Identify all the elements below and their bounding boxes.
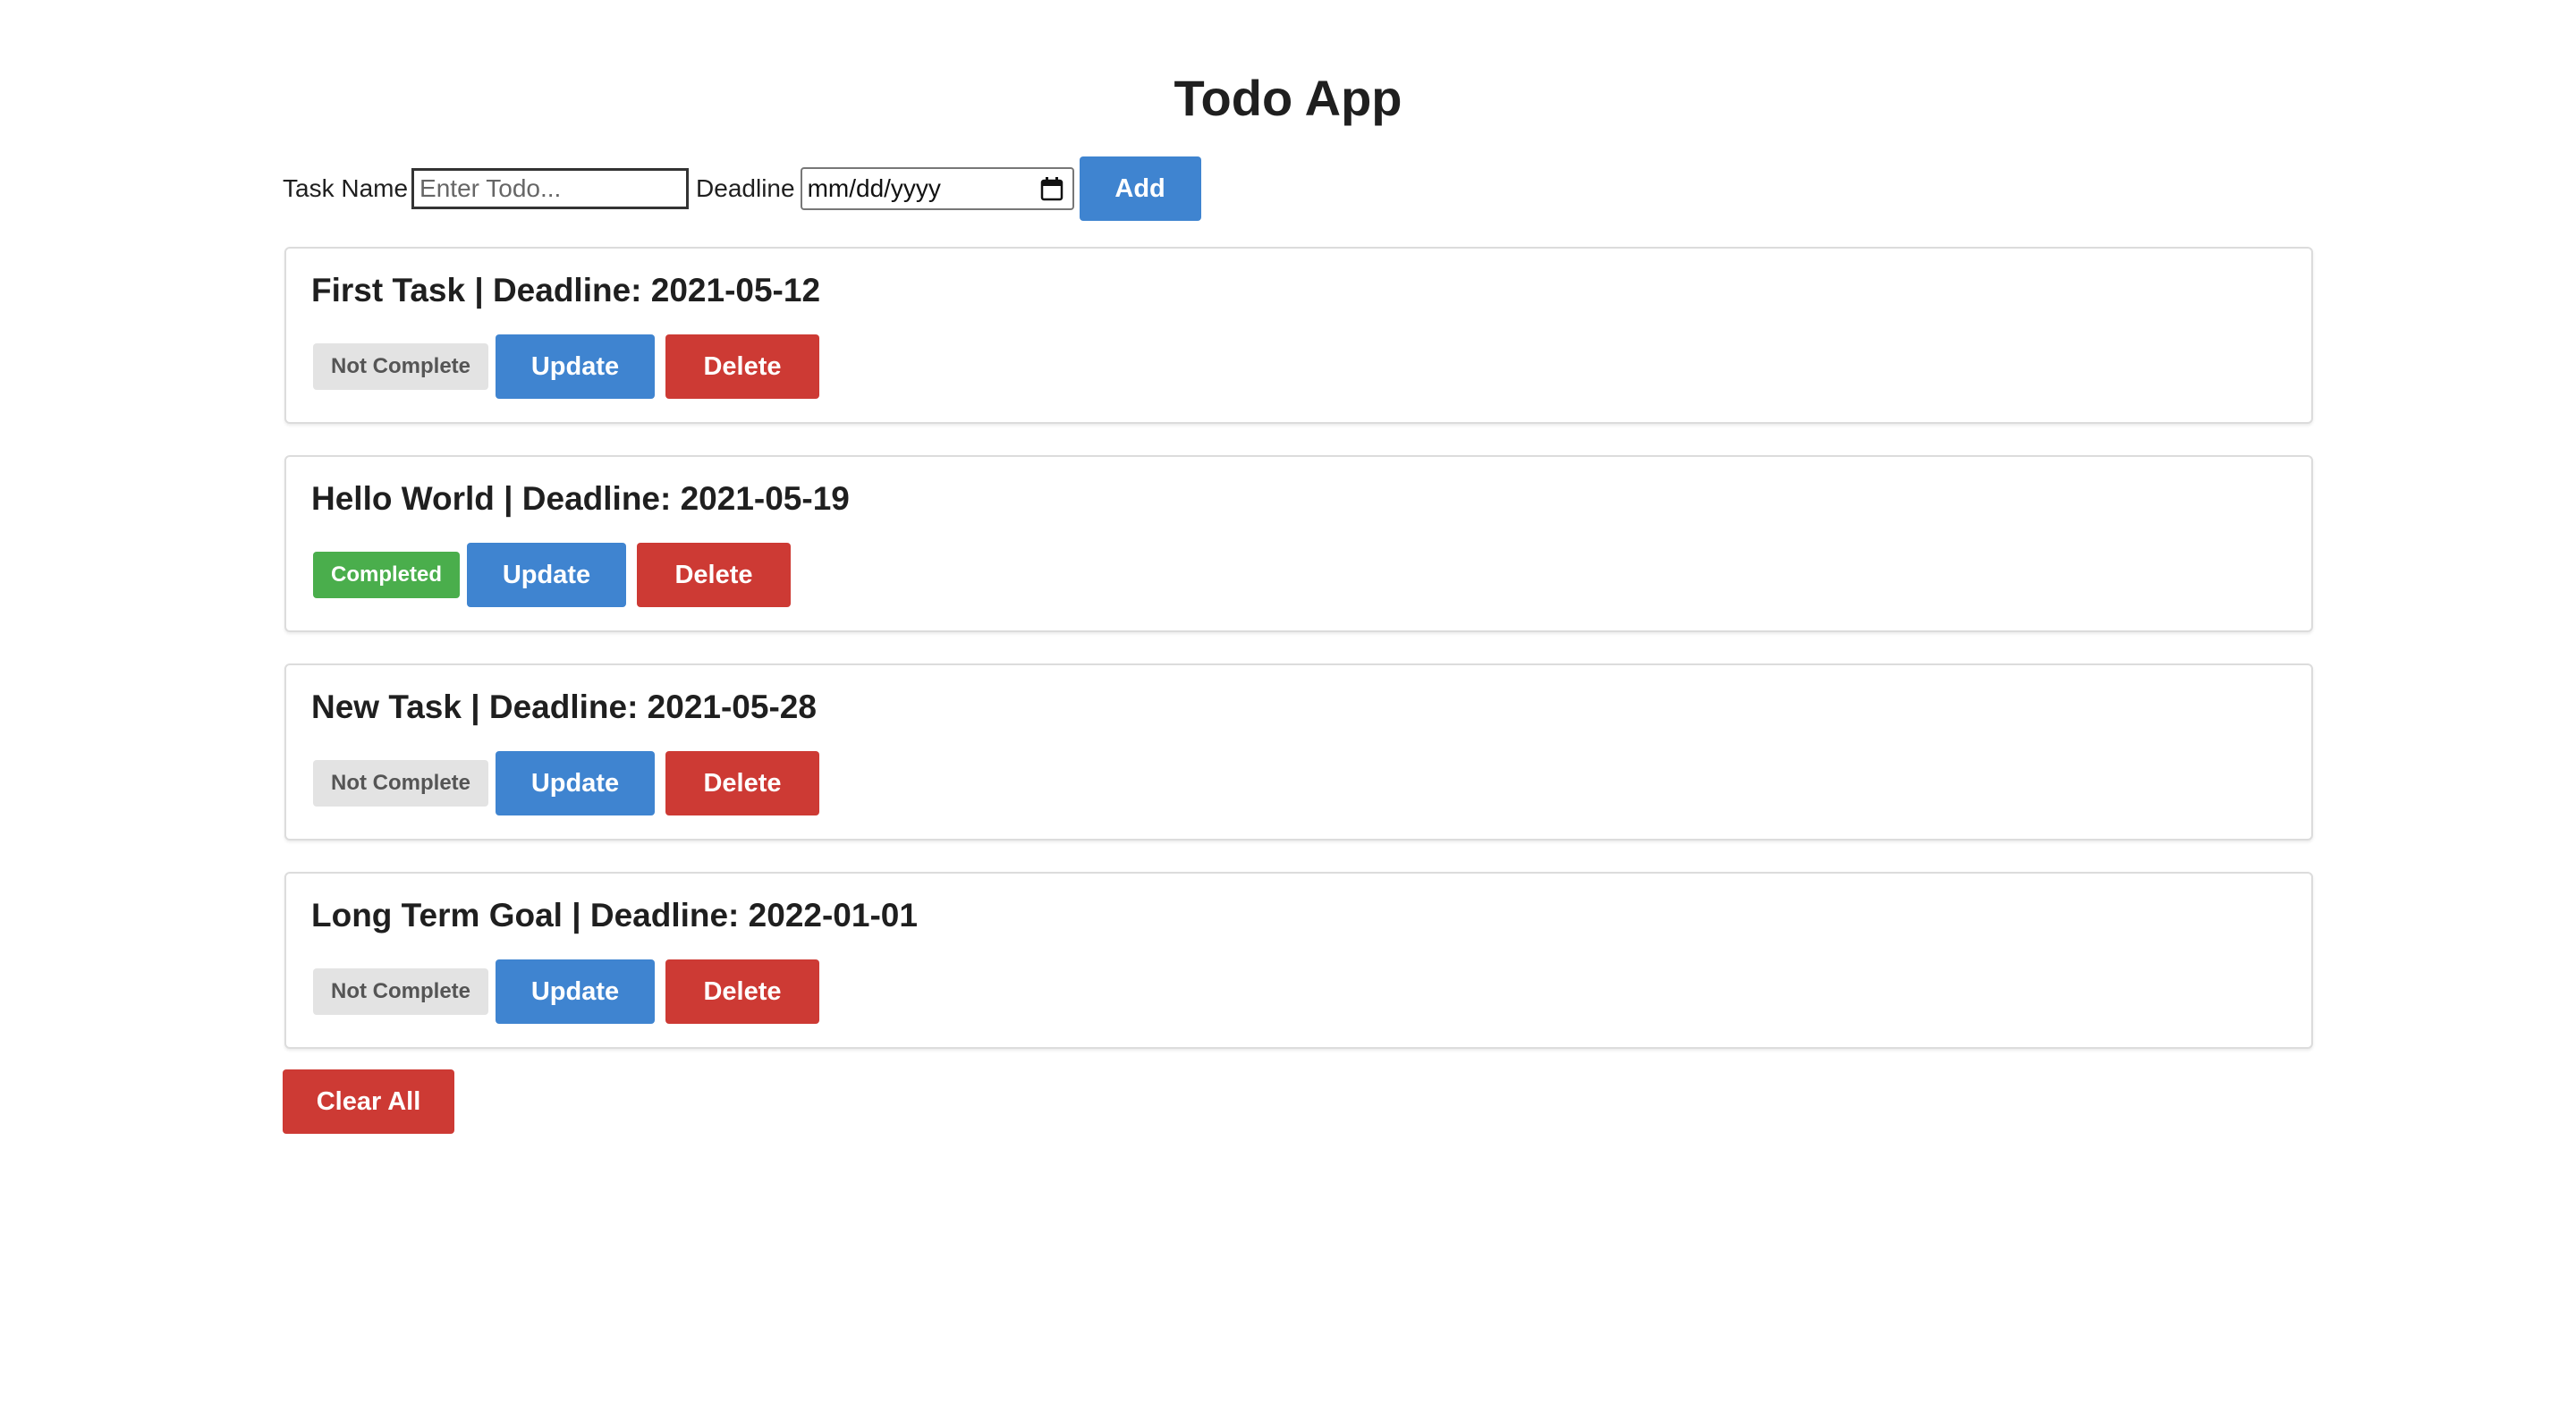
todo-actions: Completed Update Delete (313, 543, 792, 607)
todo-actions: Not Complete Update Delete (313, 751, 819, 815)
status-badge[interactable]: Completed (313, 552, 461, 598)
update-button[interactable]: Update (467, 543, 627, 607)
todo-title: Hello World | Deadline: 2021-05-19 (311, 480, 850, 517)
deadline-label: Deadline (696, 174, 795, 202)
todo-title: New Task | Deadline: 2021-05-28 (311, 689, 817, 725)
deadline-input[interactable]: mm/dd/yyyy (800, 167, 1074, 210)
status-badge[interactable]: Not Complete (313, 760, 488, 807)
task-name-label: Task Name (283, 174, 409, 202)
delete-button[interactable]: Delete (665, 751, 819, 815)
delete-button[interactable]: Delete (637, 543, 792, 607)
todo-actions: Not Complete Update Delete (313, 959, 819, 1024)
calendar-icon[interactable] (1040, 176, 1063, 201)
task-name-input[interactable] (411, 168, 690, 209)
todo-card: First Task | Deadline: 2021-05-12 Not Co… (284, 247, 2313, 424)
status-badge[interactable]: Not Complete (313, 968, 488, 1015)
delete-button[interactable]: Delete (665, 959, 819, 1024)
clear-all-button[interactable]: Clear All (283, 1069, 454, 1134)
update-button[interactable]: Update (496, 751, 655, 815)
update-button[interactable]: Update (496, 334, 655, 399)
delete-button[interactable]: Delete (665, 334, 819, 399)
page-title: Todo App (1174, 70, 1402, 126)
todo-card: Hello World | Deadline: 2021-05-19 Compl… (284, 455, 2313, 632)
todo-title: Long Term Goal | Deadline: 2022-01-01 (311, 897, 918, 934)
todo-title: First Task | Deadline: 2021-05-12 (311, 272, 821, 308)
deadline-value: mm/dd/yyyy (807, 174, 941, 202)
todo-actions: Not Complete Update Delete (313, 334, 819, 399)
todo-card: New Task | Deadline: 2021-05-28 Not Comp… (284, 663, 2313, 841)
todo-card: Long Term Goal | Deadline: 2022-01-01 No… (284, 872, 2313, 1049)
update-button[interactable]: Update (496, 959, 655, 1024)
status-badge[interactable]: Not Complete (313, 343, 488, 390)
add-todo-form: Task Name Deadline mm/dd/yyyy Add (283, 156, 1201, 222)
add-button[interactable]: Add (1079, 156, 1201, 221)
